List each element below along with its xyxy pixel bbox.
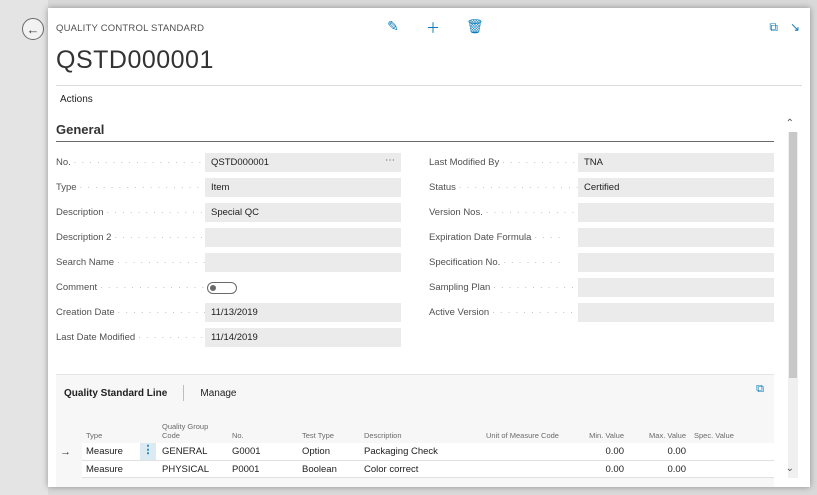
col-spec-value[interactable]: Spec. Value [690, 413, 774, 443]
back-arrow-icon: ← [26, 21, 40, 37]
field-label: Description 2 [56, 232, 112, 243]
version-nos-input[interactable] [578, 203, 774, 222]
field-specification-no: Specification No. · · · · · · · · [429, 253, 774, 272]
table-header-row: Type Quality Group Code No. Test Type De… [56, 413, 774, 443]
general-section-header[interactable]: General [56, 120, 774, 142]
header-toolbar: ✎ ＋ 🗑 [386, 18, 484, 38]
collapse-icon[interactable]: ↘ [790, 20, 800, 35]
header-window-controls: ⧉ ↘ [769, 20, 800, 35]
field-label: Comment [56, 282, 98, 293]
section-title: General [56, 122, 105, 137]
lookup-ellipsis-icon[interactable]: ⋯ [385, 155, 395, 166]
col-group-code[interactable]: Quality Group Code [158, 413, 228, 443]
field-label: Version Nos. [429, 207, 483, 218]
field-search-name: Search Name · · · · · · · · · · · · · [56, 253, 401, 272]
field-type: Type · · · · · · · · · · · · · · · · · ·… [56, 178, 401, 197]
page-title: QSTD000001 [56, 46, 214, 74]
col-max-value[interactable]: Max. Value [628, 413, 690, 443]
field-description: Description · · · · · · · · · · · · · · … [56, 203, 401, 222]
no-input[interactable]: QSTD000001 ⋯ [205, 153, 401, 172]
pencil-icon[interactable]: ✎ [386, 18, 400, 38]
row-actions-icon[interactable]: ⋮ [140, 443, 156, 460]
field-label: Description [56, 207, 104, 218]
lines-tabs: Quality Standard Line Manage [64, 385, 237, 401]
field-last-modified-by: Last Modified By · · · · · · · · · · · ·… [429, 153, 774, 172]
field-label: Creation Date [56, 307, 115, 318]
field-label: Type [56, 182, 77, 193]
field-label: Active Version [429, 307, 490, 318]
field-description-2: Description 2 · · · · · · · · · · · · · [56, 228, 401, 247]
last-date-modified-input[interactable]: 11/14/2019 [205, 328, 401, 347]
scroll-up-icon[interactable]: ⌃ [786, 118, 794, 129]
field-label: Status [429, 182, 456, 193]
field-last-date-modified: Last Date Modified · · · · · · · · · · 1… [56, 328, 401, 347]
field-label: Last Modified By [429, 157, 500, 168]
expand-icon[interactable]: ⧉ [756, 383, 764, 396]
outer-background: ← [0, 0, 48, 495]
type-input[interactable]: Item [205, 178, 401, 197]
tab-separator [183, 385, 185, 401]
col-type[interactable]: Type [82, 413, 140, 443]
expiration-date-formula-input[interactable] [578, 228, 774, 247]
field-label: Expiration Date Formula [429, 232, 532, 243]
description-2-input[interactable] [205, 228, 401, 247]
description-input[interactable]: Special QC [205, 203, 401, 222]
field-creation-date: Creation Date · · · · · · · · · · · · · … [56, 303, 401, 322]
trash-icon[interactable]: 🗑 [466, 18, 484, 38]
current-row-arrow-icon: → [60, 445, 71, 458]
active-version-input[interactable] [578, 303, 774, 322]
field-sampling-plan: Sampling Plan · · · · · · · · · · · · · … [429, 278, 774, 297]
col-min-value[interactable]: Min. Value [564, 413, 628, 443]
table-row[interactable]: → Measure ⋮ GENERAL G0001 Option Packagi… [56, 443, 774, 461]
back-button[interactable]: ← [22, 18, 44, 40]
scroll-down-icon[interactable]: ⌄ [786, 463, 794, 474]
sampling-plan-input[interactable] [578, 278, 774, 297]
lines-table: Type Quality Group Code No. Test Type De… [56, 413, 774, 478]
field-comment: Comment · · · · · · · · · · · · · · · · [56, 278, 237, 297]
field-label: Last Date Modified [56, 332, 136, 343]
plus-icon[interactable]: ＋ [426, 18, 440, 38]
actions-menu[interactable]: Actions [60, 94, 93, 105]
table-row[interactable]: Measure PHYSICAL P0001 Boolean Color cor… [56, 460, 774, 478]
creation-date-input[interactable]: 11/13/2019 [205, 303, 401, 322]
quality-standard-lines: Quality Standard Line Manage ⧉ Type Qual… [56, 374, 774, 487]
field-label: Specification No. [429, 257, 501, 268]
search-name-input[interactable] [205, 253, 401, 272]
col-uom[interactable]: Unit of Measure Code [482, 413, 564, 443]
tab-manage[interactable]: Manage [200, 388, 236, 399]
page-caption: QUALITY CONTROL STANDARD [56, 23, 205, 34]
col-test-type[interactable]: Test Type [298, 413, 360, 443]
divider [56, 85, 802, 86]
card-panel: QUALITY CONTROL STANDARD ✎ ＋ 🗑 ⧉ ↘ QSTD0… [48, 8, 810, 487]
last-modified-by-input[interactable]: TNA [578, 153, 774, 172]
field-expiration-date-formula: Expiration Date Formula · · · · [429, 228, 774, 247]
status-input[interactable]: Certified [578, 178, 774, 197]
field-label: Sampling Plan [429, 282, 491, 293]
open-new-window-icon[interactable]: ⧉ [769, 20, 778, 35]
field-label: Search Name [56, 257, 115, 268]
tab-quality-standard-line[interactable]: Quality Standard Line [64, 388, 167, 399]
col-no[interactable]: No. [228, 413, 298, 443]
specification-no-input[interactable] [578, 253, 774, 272]
field-active-version: Active Version · · · · · · · · · · · · [429, 303, 774, 322]
field-status: Status · · · · · · · · · · · · · · · · ·… [429, 178, 774, 197]
field-version-nos: Version Nos. · · · · · · · · · · · · · · [429, 203, 774, 222]
comment-toggle[interactable] [207, 281, 237, 294]
field-no: No. · · · · · · · · · · · · · · · · · · … [56, 153, 401, 172]
scrollbar-thumb[interactable] [789, 132, 797, 378]
field-label: No. [56, 157, 71, 168]
col-description[interactable]: Description [360, 413, 482, 443]
